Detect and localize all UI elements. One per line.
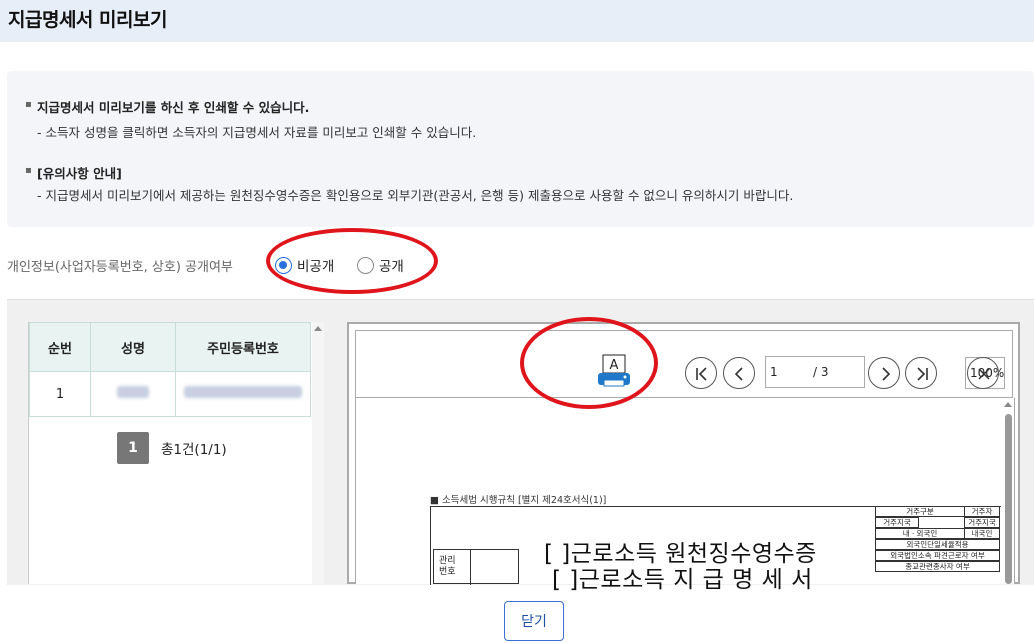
redacted-name[interactable] xyxy=(117,386,149,398)
col-header-rrn: 주민등록번호 xyxy=(175,322,311,372)
residency-cell: 거주지국 xyxy=(964,517,1000,528)
notice-line-4: - 지급명세서 미리보기에서 제공하는 원천징수영수증은 확인용으로 외부기관(… xyxy=(37,188,794,203)
divider xyxy=(470,550,471,585)
residency-cell: 외국인단일세율적용 xyxy=(875,539,1000,550)
residency-cell: 거주자 xyxy=(964,506,1000,517)
privacy-label: 개인정보(사업자등록번호, 상호) 공개여부 xyxy=(7,260,233,275)
viewer-toolbar: A 1 / 3 100% xyxy=(355,330,1013,398)
close-viewer-button[interactable] xyxy=(967,357,999,389)
col-header-name: 성명 xyxy=(90,322,176,372)
residency-cell: 거주지국 xyxy=(875,517,919,528)
page-title: 지급명세서 미리보기 xyxy=(8,9,167,31)
current-page[interactable]: 1 xyxy=(770,365,778,379)
col-header-no: 순번 xyxy=(29,322,91,372)
table-row[interactable]: 1 xyxy=(29,371,311,417)
list-pagination: 1 총1건(1/1) xyxy=(117,432,227,464)
management-number-label: 관리 번호 xyxy=(439,556,456,577)
viewer-scrollbar[interactable] xyxy=(1002,400,1014,584)
bullet-icon: ▪ xyxy=(25,99,32,110)
chevron-left-icon[interactable] xyxy=(724,358,756,390)
last-page-icon[interactable] xyxy=(906,358,938,390)
close-icon[interactable] xyxy=(968,358,1000,390)
management-number-box: 관리 번호 xyxy=(433,549,519,585)
total-count: 총1건(1/1) xyxy=(161,442,227,458)
list-scrollbar[interactable] xyxy=(312,322,324,584)
scroll-up-icon[interactable] xyxy=(314,326,322,331)
annotation-ellipse xyxy=(266,228,438,294)
total-pages: / 3 xyxy=(813,365,829,379)
scroll-up-icon[interactable] xyxy=(1004,402,1012,407)
next-page-button[interactable] xyxy=(868,357,900,389)
residency-cell: 거주구분 xyxy=(875,506,965,517)
redacted-rrn xyxy=(184,386,302,398)
row-rrn xyxy=(175,371,311,417)
form-caption: ■ 소득세법 시행규칙 [별지 제24호서식(1)] xyxy=(430,495,607,506)
notice-line-2: - 소득자 성명을 클릭하면 소득자의 지급명세서 자료를 미리보고 인쇄할 수… xyxy=(37,125,477,140)
close-button[interactable]: 닫기 xyxy=(504,601,564,641)
bullet-icon: ▪ xyxy=(25,165,32,176)
last-page-button[interactable] xyxy=(905,357,937,389)
notice-heading: [유의사항 안내] xyxy=(37,166,122,181)
scroll-thumb[interactable] xyxy=(1005,414,1012,584)
recipient-table: 순번 성명 주민등록번호 1 xyxy=(29,322,311,417)
residency-cell: 외국법인소속 파견근로자 여부 xyxy=(875,550,1000,561)
annotation-ellipse xyxy=(520,317,658,409)
residency-cell: 내ㆍ외국인 xyxy=(875,528,965,539)
residency-cell: 내국인 xyxy=(964,528,1000,539)
residency-cell: 종교관련종사자 여부 xyxy=(875,561,1000,572)
recipient-list-panel: 순번 성명 주민등록번호 1 1 총1건(1/1) xyxy=(28,322,324,584)
page-number-button[interactable]: 1 xyxy=(117,432,149,464)
first-page-button[interactable] xyxy=(685,357,717,389)
notice-box: ▪ 지급명세서 미리보기를 하신 후 인쇄할 수 있습니다. - 소득자 성명을… xyxy=(7,71,1034,227)
page-header: 지급명세서 미리보기 xyxy=(0,0,1034,42)
form-title-2: [ ]근로소득 지 급 명 세 서 xyxy=(552,567,813,593)
page-number-input[interactable]: 1 / 3 xyxy=(765,356,865,388)
first-page-icon[interactable] xyxy=(686,358,718,390)
row-name-link[interactable] xyxy=(90,371,176,417)
row-no: 1 xyxy=(29,371,91,417)
chevron-right-icon[interactable] xyxy=(869,358,901,390)
prev-page-button[interactable] xyxy=(723,357,755,389)
notice-line-1: 지급명세서 미리보기를 하신 후 인쇄할 수 있습니다. xyxy=(37,100,310,115)
